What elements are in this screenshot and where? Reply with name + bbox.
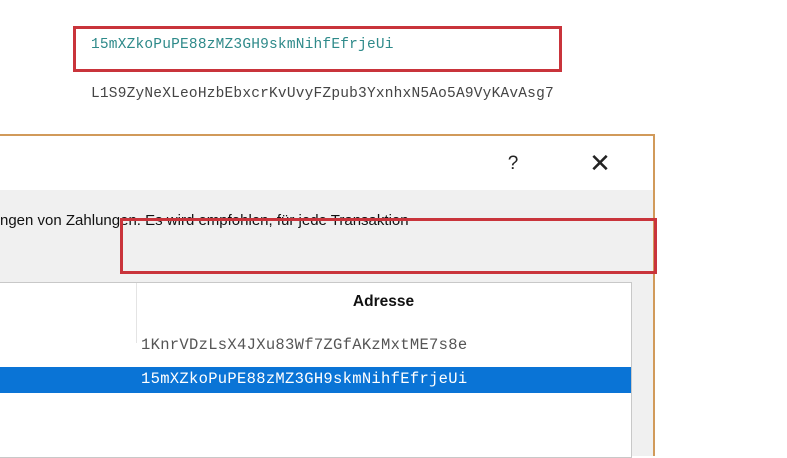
highlight-box-table-address bbox=[120, 218, 657, 274]
table-row[interactable]: 1KnrVDzLsX4JXu83Wf7ZGfAKzMxtME7s8e bbox=[0, 333, 631, 359]
address-cell: 1KnrVDzLsX4JXu83Wf7ZGfAKzMxtME7s8e bbox=[141, 336, 468, 354]
background-private-key: L1S9ZyNeXLeoHzbEbxcrKvUvyFZpub3YxnhxN5Ao… bbox=[91, 86, 554, 102]
close-button[interactable]: ✕ bbox=[580, 146, 620, 180]
column-header-address[interactable]: Adresse bbox=[136, 293, 631, 311]
dialog-titlebar: ? ✕ bbox=[0, 136, 653, 190]
address-table[interactable]: Adresse 1KnrVDzLsX4JXu83Wf7ZGfAKzMxtME7s… bbox=[0, 282, 632, 458]
receive-addresses-dialog: ? ✕ ngen von Zahlungen. Es wird empfohle… bbox=[0, 134, 655, 458]
table-row-selected[interactable]: 15mXZkoPuPE88zMZ3GH9skmNihfEfrjeUi bbox=[0, 367, 631, 393]
help-button[interactable]: ? bbox=[495, 150, 531, 178]
address-cell: 15mXZkoPuPE88zMZ3GH9skmNihfEfrjeUi bbox=[141, 370, 468, 388]
highlight-box-background-address bbox=[73, 26, 562, 72]
